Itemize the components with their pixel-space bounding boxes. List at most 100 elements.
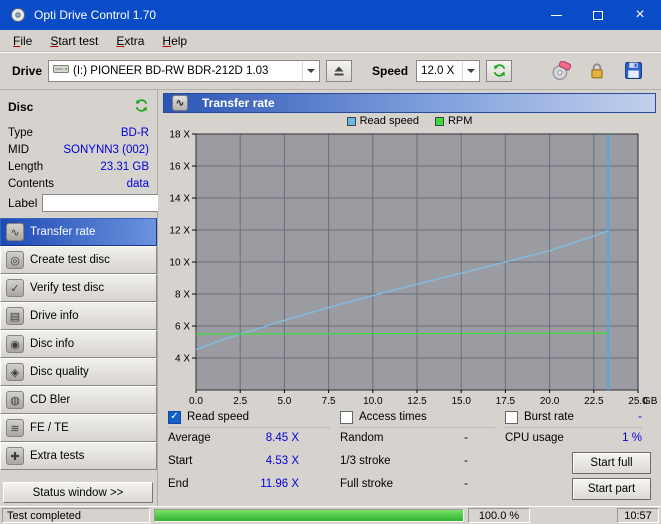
sidebar-item-drive-info[interactable]: ▤Drive info [0, 302, 157, 330]
access-times-checkbox[interactable] [340, 411, 353, 424]
speed-select-value: 12.0 X [417, 65, 462, 77]
access-times-checkbox-label: Access times [359, 411, 427, 423]
sidebar-item-disc-info[interactable]: ◉Disc info [0, 330, 157, 358]
result-label: Random [340, 432, 383, 444]
disc-field-label: Contents [8, 178, 54, 190]
legend-label: Read speed [360, 115, 419, 127]
close-icon: × [635, 7, 644, 23]
result-value: - [464, 432, 468, 444]
legend-swatch-icon [435, 117, 444, 126]
refresh-icon [492, 63, 507, 78]
maximize-button[interactable] [577, 0, 619, 30]
eject-button[interactable] [326, 60, 352, 82]
disc-fields: TypeBD-RMIDSONYNN3 (002)Length23.31 GBCo… [0, 124, 157, 192]
lock-button[interactable] [585, 59, 609, 83]
status-message: Test completed [2, 508, 150, 523]
access-1-3-stroke-row: 1/3 stroke- [340, 449, 468, 472]
disc-section-title: Disc [8, 100, 33, 114]
verify-test-disc-icon: ✓ [6, 279, 24, 297]
refresh-icon [134, 98, 149, 113]
fe-te-icon: ≋ [6, 419, 24, 437]
drive-select[interactable]: (I:) PIONEER BD-RW BDR-212D 1.03 [48, 60, 320, 82]
refresh-disc-button[interactable] [134, 98, 149, 116]
padlock-icon [588, 62, 606, 80]
erase-disc-button[interactable] [549, 59, 573, 83]
drive-select-value: (I:) PIONEER BD-RW BDR-212D 1.03 [69, 65, 302, 77]
disc-field-value: BD-R [121, 127, 149, 139]
clock-text: 10:57 [624, 510, 652, 522]
chart-legend: Read speedRPM [158, 115, 661, 127]
read-speed-checkbox[interactable]: ✓ [168, 411, 181, 424]
progress-bar-fill [155, 510, 463, 521]
sidebar-item-transfer-rate[interactable]: ∿Transfer rate [0, 218, 157, 246]
result-label: Full stroke [340, 478, 393, 490]
menu-bar: FileStart testExtraHelp [0, 30, 661, 52]
svg-text:5.0: 5.0 [277, 396, 291, 407]
status-message-text: Test completed [7, 510, 81, 522]
sidebar-item-cd-bler[interactable]: ◍ CD Bler [0, 386, 157, 414]
status-window-label: Status window >> [33, 487, 124, 499]
disc-field-value[interactable]: data [127, 178, 149, 190]
status-bar: Test completed 100.0 % 10:57 [0, 506, 661, 524]
legend-item-read-speed: Read speed [347, 115, 419, 127]
svg-text:17.5: 17.5 [496, 396, 516, 407]
results-speed-column: Average8.45 XStart4.53 XEnd11.96 X [168, 426, 299, 495]
legend-swatch-icon [347, 117, 356, 126]
speed-select-arrow[interactable] [462, 61, 479, 81]
svg-text:15.0: 15.0 [451, 396, 471, 407]
chevron-down-icon [467, 69, 475, 77]
disc-section-header: Disc [0, 90, 157, 124]
status-window-button[interactable]: Status window >> [3, 482, 153, 503]
sidebar-item-disc-quality[interactable]: ◈Disc quality [0, 358, 157, 386]
sidebar-item-verify-test-disc[interactable]: ✓Verify test disc [0, 274, 157, 302]
drive-select-arrow[interactable] [302, 61, 319, 81]
menu-item-file[interactable]: File [4, 31, 41, 51]
menu-item-start-test[interactable]: Start test [41, 31, 107, 51]
disc-field-value: 23.31 GB [100, 161, 149, 173]
cd-bler-icon: ◍ [6, 391, 24, 409]
transfer-rate-chart: 4 X6 X8 X10 X12 X14 X16 X18 X0.02.55.07.… [162, 128, 660, 414]
result-label: Average [168, 432, 211, 444]
progress-percent: 100.0 % [468, 508, 530, 523]
disc-field-contents: Contents data [8, 175, 149, 192]
disc-field-length: Length 23.31 GB [8, 158, 149, 175]
menu-item-extra[interactable]: Extra [107, 31, 153, 51]
results-cpu-column: CPU usage 1 % [505, 426, 642, 449]
title-bar: Opti Drive Control 1.70 × [0, 0, 661, 30]
close-button[interactable]: × [619, 0, 661, 30]
burst-rate-checkbox[interactable] [505, 411, 518, 424]
clock: 10:57 [617, 508, 659, 523]
erase-disc-icon [551, 61, 571, 81]
start-full-button[interactable]: Start full [572, 452, 651, 474]
svg-text:12 X: 12 X [169, 226, 190, 237]
toolbar-right-icons [549, 59, 645, 83]
menu-item-help[interactable]: Help [153, 31, 196, 51]
speed-select[interactable]: 12.0 X [416, 60, 480, 82]
start-part-button[interactable]: Start part [572, 478, 651, 500]
result-value: 4.53 X [266, 455, 299, 467]
sidebar-item-extra-tests[interactable]: ✚Extra tests [0, 442, 157, 470]
left-panel: Disc TypeBD-RMIDSONYNN3 (002)Length23.31… [0, 90, 158, 506]
sidebar-item-label: FE / TE [30, 422, 69, 434]
sidebar-item-fe-te[interactable]: ≋ FE / TE [0, 414, 157, 442]
page-title-bar: ∿ Transfer rate [163, 93, 656, 113]
save-button[interactable] [621, 59, 645, 83]
speed-average-row: Average8.45 X [168, 426, 299, 449]
result-label: Start [168, 455, 192, 467]
drive-icon [53, 63, 69, 78]
sidebar-item-label: CD Bler [30, 394, 70, 406]
speed-start-row: Start 4.53 X [168, 449, 299, 472]
sidebar-item-create-test-disc[interactable]: ◎Create test disc [0, 246, 157, 274]
burst-rate-checkbox-label: Burst rate [524, 411, 574, 423]
drive-toolbar: Drive (I:) PIONEER BD-RW BDR-212D 1.03 S… [0, 52, 661, 90]
result-value: 11.96 X [260, 478, 299, 490]
disc-field-type: TypeBD-R [8, 124, 149, 141]
sidebar-item-label: Extra tests [30, 450, 84, 462]
disc-label-caption: Label [8, 196, 37, 210]
create-test-disc-icon: ◎ [6, 251, 24, 269]
drive-info-icon: ▤ [6, 307, 24, 325]
burst-rate-value: - [638, 411, 642, 423]
minimize-button[interactable] [535, 0, 577, 30]
refresh-speeds-button[interactable] [486, 60, 512, 82]
disc-field-label: Length [8, 161, 43, 173]
